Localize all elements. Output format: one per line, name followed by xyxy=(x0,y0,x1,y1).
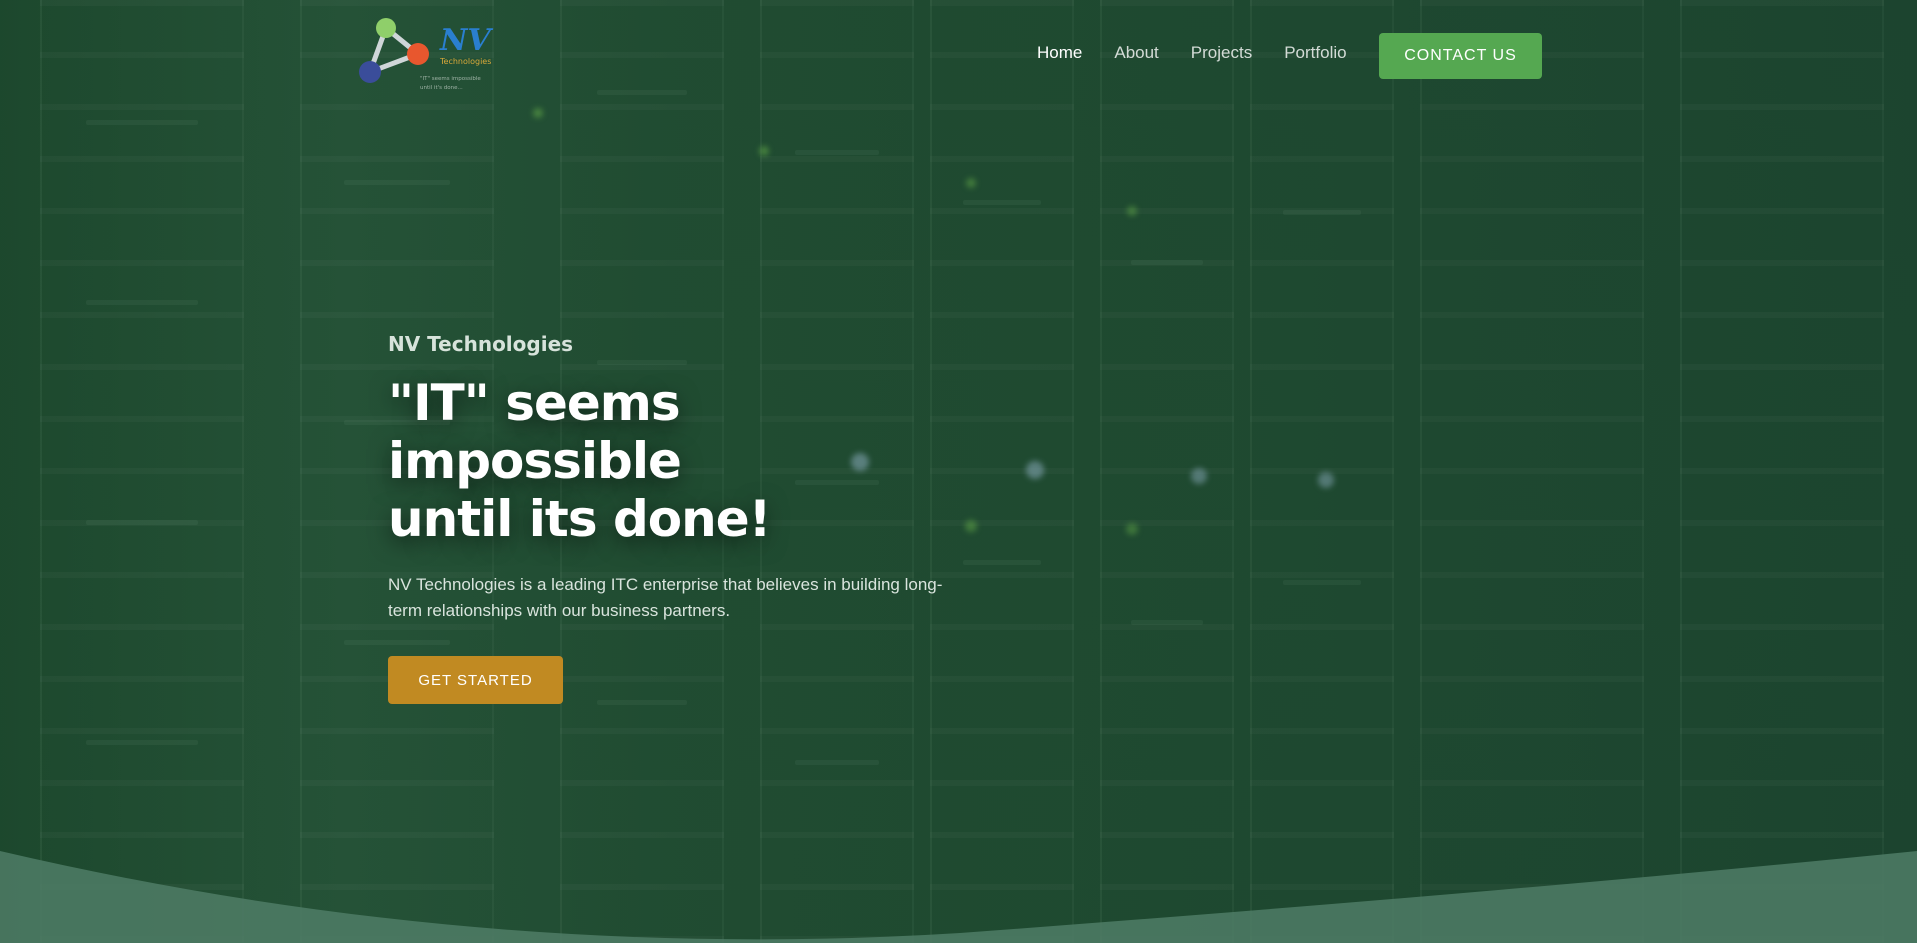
get-started-button[interactable]: GET STARTED xyxy=(388,656,563,704)
nav-item-projects[interactable]: Projects xyxy=(1191,43,1252,63)
hero-eyebrow: NV Technologies xyxy=(388,332,574,356)
logo-slogan-line1: "IT" seems impossible xyxy=(420,76,481,82)
hero-headline: "IT" seems impossible until its done! xyxy=(388,374,948,548)
hero-content: NV Technologies "IT" seems impossible un… xyxy=(388,332,948,704)
nav-item-portfolio[interactable]: Portfolio xyxy=(1284,43,1346,63)
main-nav: Home About Projects Portfolio xyxy=(1037,43,1379,63)
hero-headline-line2: until its done! xyxy=(388,490,771,548)
logo-tagline: Technologies xyxy=(439,57,491,66)
logo-slogan-line2: until it's done... xyxy=(420,85,463,91)
nav-item-home[interactable]: Home xyxy=(1037,43,1082,63)
site-header: NV Technologies "IT" seems impossible un… xyxy=(0,0,1917,100)
logo-wordmark: NV xyxy=(439,23,493,58)
contact-us-button[interactable]: CONTACT US xyxy=(1379,33,1542,79)
nav-item-about[interactable]: About xyxy=(1114,43,1158,63)
hero-headline-line1: "IT" seems impossible xyxy=(388,374,682,490)
hero-description: NV Technologies is a leading ITC enterpr… xyxy=(388,575,943,620)
hero-section: NV Technologies "IT" seems impossible un… xyxy=(0,0,1917,943)
molecule-logo-icon[interactable]: NV Technologies "IT" seems impossible un… xyxy=(356,14,494,94)
green-overlay xyxy=(0,0,1917,943)
bottom-wave xyxy=(0,851,1917,943)
